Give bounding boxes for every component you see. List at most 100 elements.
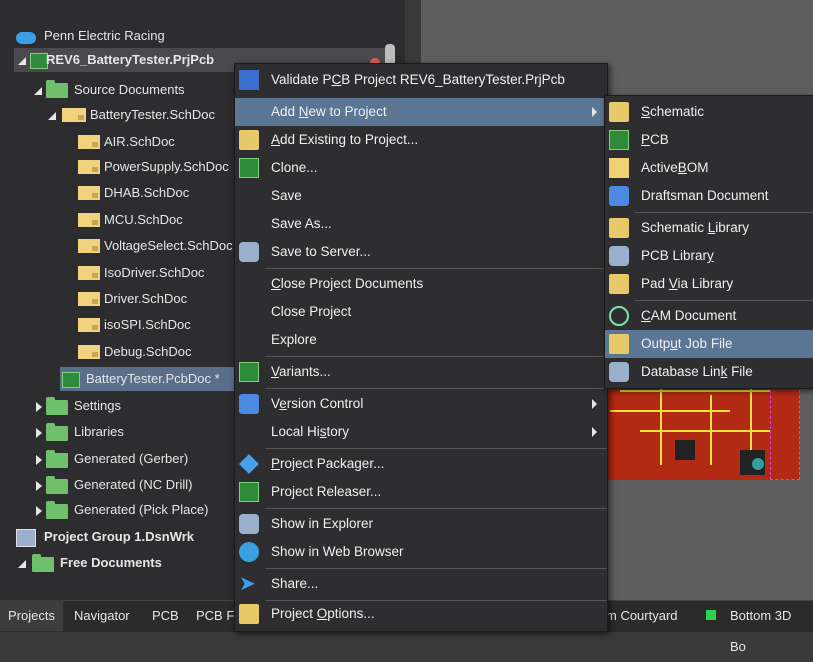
menu-clone[interactable]: Clone...: [235, 154, 607, 182]
menu-project-releaser[interactable]: Project Releaser...: [235, 478, 607, 506]
cloud-icon: [16, 32, 36, 44]
schematic-doc-icon: [78, 318, 100, 332]
menu-show-in-explorer[interactable]: Show in Explorer: [235, 510, 607, 538]
submenu-pcb-library[interactable]: PCB Library: [605, 242, 813, 270]
submenu-output-job-file[interactable]: Output Job File: [605, 330, 813, 358]
menu-separator: [265, 356, 607, 357]
schlib-icon: [609, 218, 629, 238]
tree-source-documents[interactable]: Source Documents: [32, 78, 185, 102]
menu-explore[interactable]: Explore: [235, 326, 607, 354]
expand-arrow-icon[interactable]: [36, 481, 42, 491]
cam-icon: [609, 306, 629, 326]
tree-folder-settings[interactable]: Settings: [32, 394, 121, 418]
folder-icon: [46, 450, 68, 468]
tab-projects[interactable]: Projects: [0, 600, 63, 631]
board-outline: [770, 380, 800, 480]
tab-pcb[interactable]: PCB: [144, 600, 187, 631]
menu-project-options[interactable]: Project Options...: [235, 600, 607, 628]
tree-free-documents[interactable]: Free Documents: [14, 551, 162, 575]
menu-add-new-to-project[interactable]: Add New to Project: [235, 98, 607, 126]
menu-validate[interactable]: Validate PCB Project REV6_BatteryTester.…: [235, 66, 607, 94]
menu-save-to-server[interactable]: Save to Server...: [235, 238, 607, 266]
web-browser-icon: [239, 542, 259, 562]
activebom-icon: [609, 158, 629, 178]
tree-folder-libraries[interactable]: Libraries: [32, 420, 124, 444]
collapse-arrow-icon[interactable]: [18, 560, 26, 568]
schematic-doc-icon: [78, 160, 100, 174]
menu-local-history[interactable]: Local History: [235, 418, 607, 446]
collapse-arrow-icon[interactable]: [18, 57, 26, 65]
pcb-doc-icon: [62, 372, 80, 388]
project-label: REV6_BatteryTester.PrjPcb: [46, 52, 215, 67]
menu-variants[interactable]: Variants...: [235, 358, 607, 386]
tree-sheet[interactable]: IsoDriver.SchDoc: [78, 261, 204, 285]
menu-version-control[interactable]: Version Control: [235, 390, 607, 418]
menu-show-in-web-browser[interactable]: Show in Web Browser: [235, 538, 607, 566]
tree-top-sheet[interactable]: BatteryTester.SchDoc: [48, 103, 215, 127]
project-group-icon: [16, 529, 36, 547]
layer-tab-courtyard[interactable]: m Courtyard: [598, 600, 686, 631]
folder-icon: [46, 397, 68, 415]
submenu-activebom[interactable]: ActiveBOM: [605, 154, 813, 182]
options-icon: [239, 604, 259, 624]
explorer-icon: [239, 514, 259, 534]
menu-separator: [265, 268, 607, 269]
folder-icon: [32, 554, 54, 572]
clone-icon: [239, 158, 259, 178]
outjob-icon: [609, 334, 629, 354]
menu-separator: [265, 388, 607, 389]
add-new-submenu: Schematic PCB ActiveBOM Draftsman Docume…: [604, 95, 813, 389]
tree-folder-pick-place[interactable]: Generated (Pick Place): [32, 498, 208, 522]
folder-icon: [46, 423, 68, 441]
project-context-menu: Validate PCB Project REV6_BatteryTester.…: [234, 63, 608, 632]
tree-sheet[interactable]: MCU.SchDoc: [78, 208, 183, 232]
menu-add-existing[interactable]: Add Existing to Project...: [235, 126, 607, 154]
expand-arrow-icon[interactable]: [36, 506, 42, 516]
menu-separator: [635, 300, 813, 301]
tree-sheet[interactable]: DHAB.SchDoc: [78, 181, 189, 205]
folder-icon: [46, 80, 68, 98]
menu-save[interactable]: Save: [235, 182, 607, 210]
expand-arrow-icon[interactable]: [36, 455, 42, 465]
schematic-doc-icon: [78, 213, 100, 227]
menu-save-as[interactable]: Save As...: [235, 210, 607, 238]
folder-icon: [46, 501, 68, 519]
tree-sheet[interactable]: AIR.SchDoc: [78, 130, 175, 154]
tree-sheet[interactable]: Debug.SchDoc: [78, 340, 191, 364]
schematic-doc-icon: [62, 108, 86, 122]
submenu-schematic[interactable]: Schematic: [605, 98, 813, 126]
menu-project-packager[interactable]: Project Packager...: [235, 450, 607, 478]
tree-workspace[interactable]: Penn Electric Racing: [14, 24, 165, 48]
expand-arrow-icon[interactable]: [36, 402, 42, 412]
submenu-arrow-icon: [592, 107, 597, 117]
submenu-draftsman[interactable]: Draftsman Document: [605, 182, 813, 210]
top-sheet-label: BatteryTester.SchDoc: [90, 107, 215, 122]
padvia-icon: [609, 274, 629, 294]
tree-folder-gerber[interactable]: Generated (Gerber): [32, 447, 188, 471]
collapse-arrow-icon[interactable]: [48, 112, 56, 120]
collapse-arrow-icon[interactable]: [34, 87, 42, 95]
submenu-schematic-library[interactable]: Schematic Library: [605, 214, 813, 242]
tree-sheet[interactable]: Driver.SchDoc: [78, 287, 187, 311]
tree-sheet[interactable]: VoltageSelect.SchDoc: [78, 234, 233, 258]
pcblib-icon: [609, 246, 629, 266]
tree-pcb-doc[interactable]: BatteryTester.PcbDoc *: [60, 367, 235, 391]
tree-sheet[interactable]: isoSPI.SchDoc: [78, 313, 191, 337]
expand-arrow-icon[interactable]: [36, 428, 42, 438]
tab-navigator[interactable]: Navigator: [66, 600, 138, 631]
menu-close-project[interactable]: Close Project: [235, 298, 607, 326]
submenu-cam-document[interactable]: CAM Document: [605, 302, 813, 330]
pcb-icon: [609, 130, 629, 150]
submenu-pad-via-library[interactable]: Pad Via Library: [605, 270, 813, 298]
tree-project-group[interactable]: Project Group 1.DsnWrk: [14, 525, 194, 549]
submenu-pcb[interactable]: PCB: [605, 126, 813, 154]
schematic-doc-icon: [78, 135, 100, 149]
tree-sheet[interactable]: PowerSupply.SchDoc: [78, 155, 229, 179]
layer-tab-bottom-3d[interactable]: Bottom 3D Bo: [722, 600, 813, 654]
version-control-icon: [239, 394, 259, 414]
schematic-doc-icon: [78, 186, 100, 200]
menu-close-project-documents[interactable]: Close Project Documents: [235, 270, 607, 298]
submenu-database-link-file[interactable]: Database Link File: [605, 358, 813, 386]
tree-folder-nc-drill[interactable]: Generated (NC Drill): [32, 473, 192, 497]
menu-share[interactable]: ➤ Share...: [235, 570, 607, 598]
